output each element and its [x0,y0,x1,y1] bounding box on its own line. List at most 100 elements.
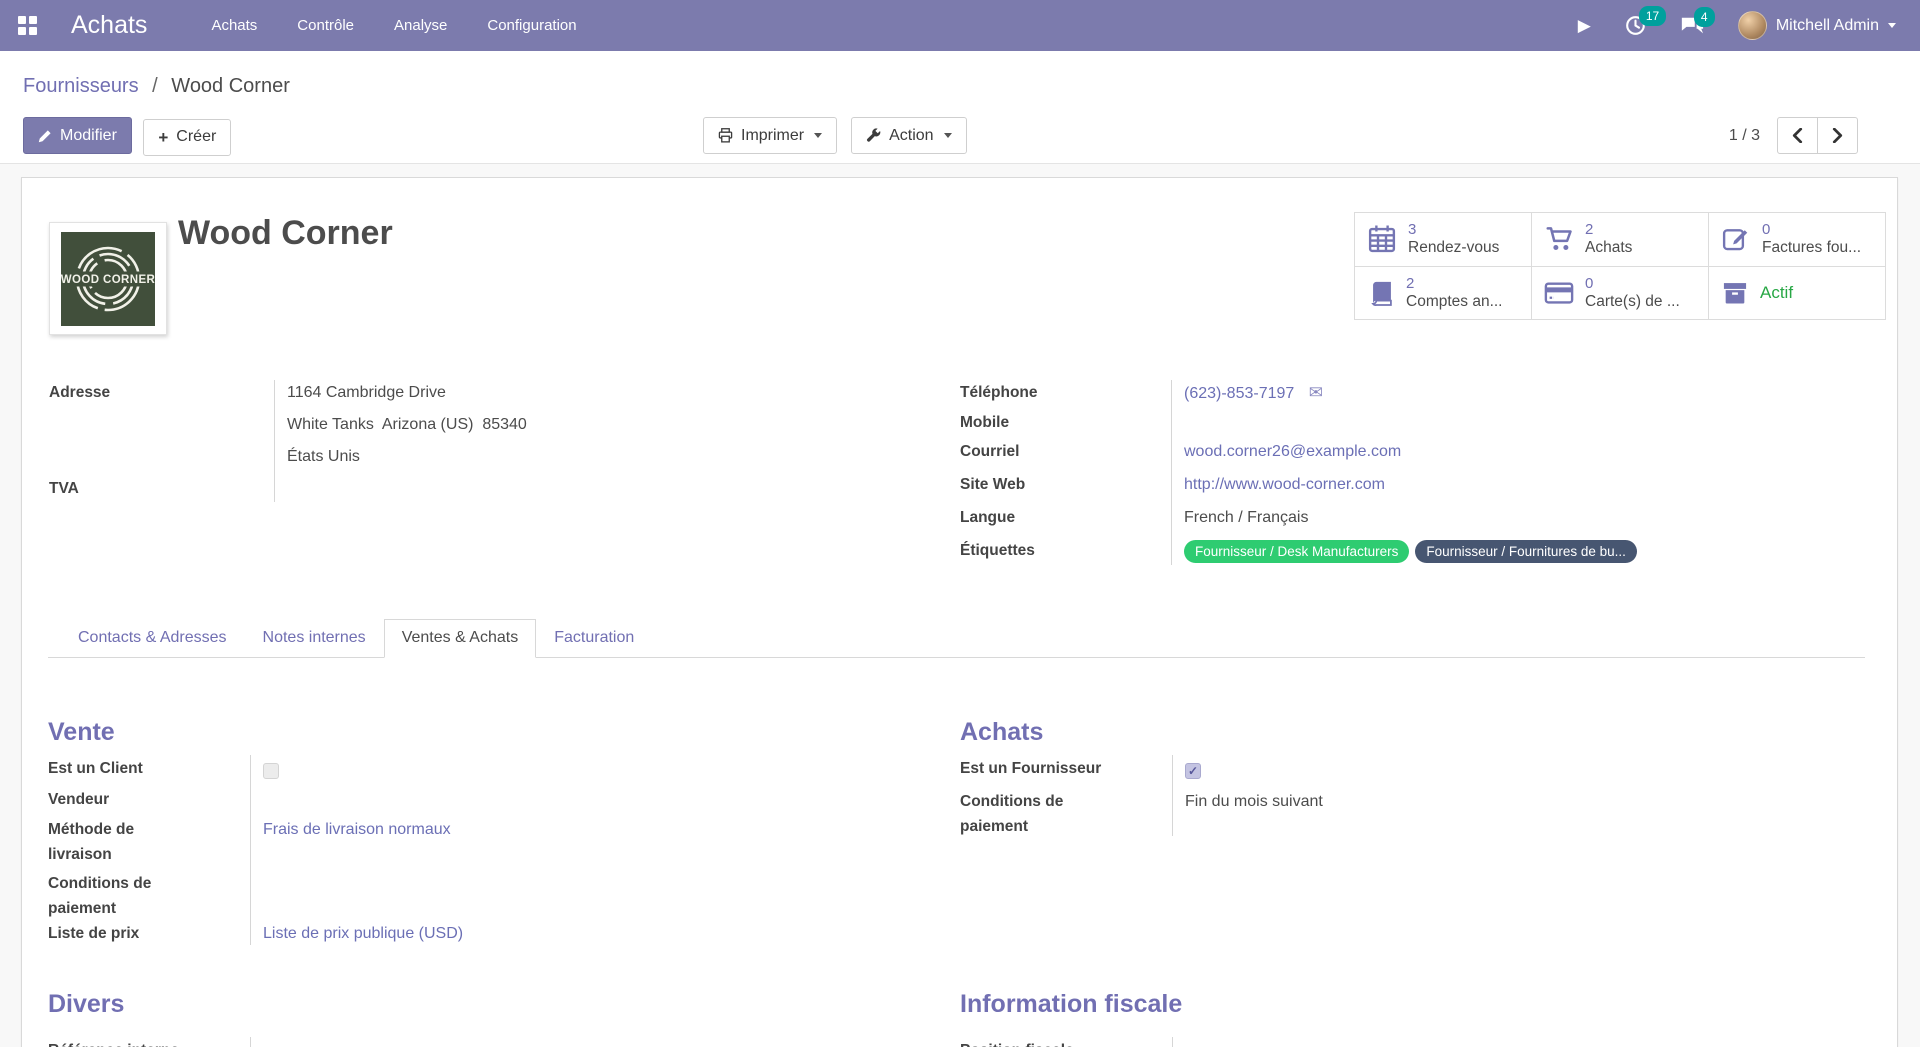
langue-value: French / Français [1171,502,1308,534]
pager-next-button[interactable] [1817,117,1858,154]
adresse-value: 1164 Cambridge Drive White Tanks Arizona… [274,377,527,473]
est-un-fournisseur-checkbox[interactable]: ✓ [1185,763,1201,779]
stat-factures-fournisseur[interactable]: 0Factures fou... [1709,213,1886,267]
field-est-un-fournisseur: Est un Fournisseur ✓ [960,752,1840,785]
action-dropdown[interactable]: Action [851,117,966,154]
envelope-icon[interactable]: ✉ [1309,383,1323,402]
adresse-line1: 1164 Cambridge Drive [287,377,527,409]
odoo-window: Achats Achats Contrôle Analyse Configura… [0,0,1920,1047]
stat-comptes-analytiques[interactable]: 2Comptes an... [1355,267,1532,321]
field-conditions-paiement-vente: Conditions de paiement [48,867,928,921]
divers-section-title: Divers [48,990,124,1019]
tag-fournitures-bureau: Fournisseur / Fournitures de bu... [1415,540,1637,563]
field-mobile: Mobile [960,410,1875,436]
telephone-link[interactable]: (623)-853-7197 [1184,385,1294,402]
activities-button[interactable]: 17 [1625,15,1646,36]
vente-section-title: Vente [48,718,115,747]
stat-cartes-credit[interactable]: 0Carte(s) de ... [1532,267,1709,321]
field-reference-interne: Référence interne [48,1034,928,1047]
messages-badge: 4 [1694,7,1715,27]
reference-interne-label: Référence interne [48,1034,250,1047]
button-row: Modifier + Créer Imprimer Action 1 [23,117,1900,155]
stat-label: Comptes an... [1406,292,1503,311]
menu-controle[interactable]: Contrôle [297,17,354,34]
stat-buttons: 3Rendez-vous 2Achats 0Factures fou... 2C… [1354,212,1886,320]
edit-document-icon [1721,224,1751,254]
tab-facturation[interactable]: Facturation [536,619,652,658]
user-menu[interactable]: Mitchell Admin [1776,17,1879,35]
messages-button[interactable]: 4 [1680,16,1704,36]
chevron-down-icon [814,133,822,142]
vente-group: Est un Client Vendeur Méthode de livrais… [48,752,928,948]
chevron-left-icon [1792,128,1803,143]
pager-previous-button[interactable] [1777,117,1818,154]
achats-group: Est un Fournisseur ✓ Conditions de paiem… [960,752,1840,839]
menu-configuration[interactable]: Configuration [487,17,576,34]
edit-button[interactable]: Modifier [23,117,132,154]
tab-notes-internes[interactable]: Notes internes [245,619,384,658]
stat-actif-toggle[interactable]: Actif [1709,267,1886,321]
tab-contacts-adresses[interactable]: Contacts & Adresses [60,619,245,658]
tab-ventes-achats[interactable]: Ventes & Achats [384,619,537,658]
fiscal-group: Position fiscale [960,1034,1840,1047]
field-courriel: Courriel wood.corner26@example.com [960,436,1875,469]
field-liste-prix: Liste de prix Liste de prix publique (US… [48,921,928,948]
langue-label: Langue [960,502,1171,534]
play-tour-icon[interactable]: ▶ [1578,17,1591,34]
print-dropdown[interactable]: Imprimer [703,117,837,154]
book-icon [1367,279,1395,307]
menu-analyse[interactable]: Analyse [394,17,447,34]
mobile-label: Mobile [960,410,1171,436]
shopping-cart-icon [1544,224,1574,254]
conditions-paiement-vente-label: Conditions de paiement [48,867,250,921]
action-label: Action [889,127,933,145]
stat-value: 0 [1762,221,1861,238]
field-adresse: Adresse 1164 Cambridge Drive White Tanks… [49,377,934,473]
liste-prix-link[interactable]: Liste de prix publique (USD) [263,925,463,942]
archive-box-icon [1721,279,1749,307]
user-avatar[interactable] [1738,11,1767,40]
apps-grid-icon[interactable] [18,16,37,35]
app-title[interactable]: Achats [71,11,147,40]
stat-label: Achats [1585,238,1632,257]
vendeur-label: Vendeur [48,787,250,813]
menu-achats[interactable]: Achats [211,17,257,34]
pager-buttons [1777,117,1858,154]
stat-value: 3 [1408,221,1499,238]
conditions-paiement-vente-value [250,867,263,871]
stat-label: Actif [1760,283,1793,302]
conditions-paiement-achats-label: Conditions de paiement [960,785,1172,839]
field-tva: TVA [49,473,934,505]
print-label: Imprimer [741,127,804,145]
stat-label: Factures fou... [1762,238,1861,257]
pencil-icon [38,129,52,143]
chevron-down-icon [1888,23,1896,32]
breadcrumb-separator: / [152,75,158,97]
pager: 1 / 3 [1729,117,1858,154]
breadcrumb-current: Wood Corner [171,75,290,97]
breadcrumb-parent[interactable]: Fournisseurs [23,75,139,97]
methode-livraison-label: Méthode de livraison [48,813,250,867]
methode-livraison-link[interactable]: Frais de livraison normaux [263,821,451,838]
form-sheet: WOOD CORNER Wood Corner 3Rendez-vous 2Ac… [21,177,1898,1047]
achats-section-title: Achats [960,718,1043,747]
logo-text: WOOD CORNER [61,274,155,286]
stat-rendez-vous[interactable]: 3Rendez-vous [1355,213,1532,267]
stat-value: 2 [1406,275,1503,292]
chevron-down-icon [944,133,952,142]
field-telephone: Téléphone (623)-853-7197 ✉ [960,377,1875,410]
field-est-un-client: Est un Client [48,752,928,787]
create-button-label: Créer [176,128,216,146]
field-siteweb: Site Web http://www.wood-corner.com [960,469,1875,502]
courriel-link[interactable]: wood.corner26@example.com [1184,443,1401,460]
tva-label: TVA [49,473,274,505]
est-un-client-checkbox[interactable] [263,763,279,779]
activities-badge: 17 [1639,6,1666,26]
info-group-right: Téléphone (623)-853-7197 ✉ Mobile Courri… [960,377,1875,568]
edit-button-label: Modifier [60,127,117,145]
stat-achats[interactable]: 2Achats [1532,213,1709,267]
create-button[interactable]: + Créer [143,119,231,156]
siteweb-link[interactable]: http://www.wood-corner.com [1184,476,1385,493]
calendar-icon [1367,224,1397,254]
etiquettes-value: Fournisseur / Desk Manufacturers Fournis… [1171,535,1637,567]
